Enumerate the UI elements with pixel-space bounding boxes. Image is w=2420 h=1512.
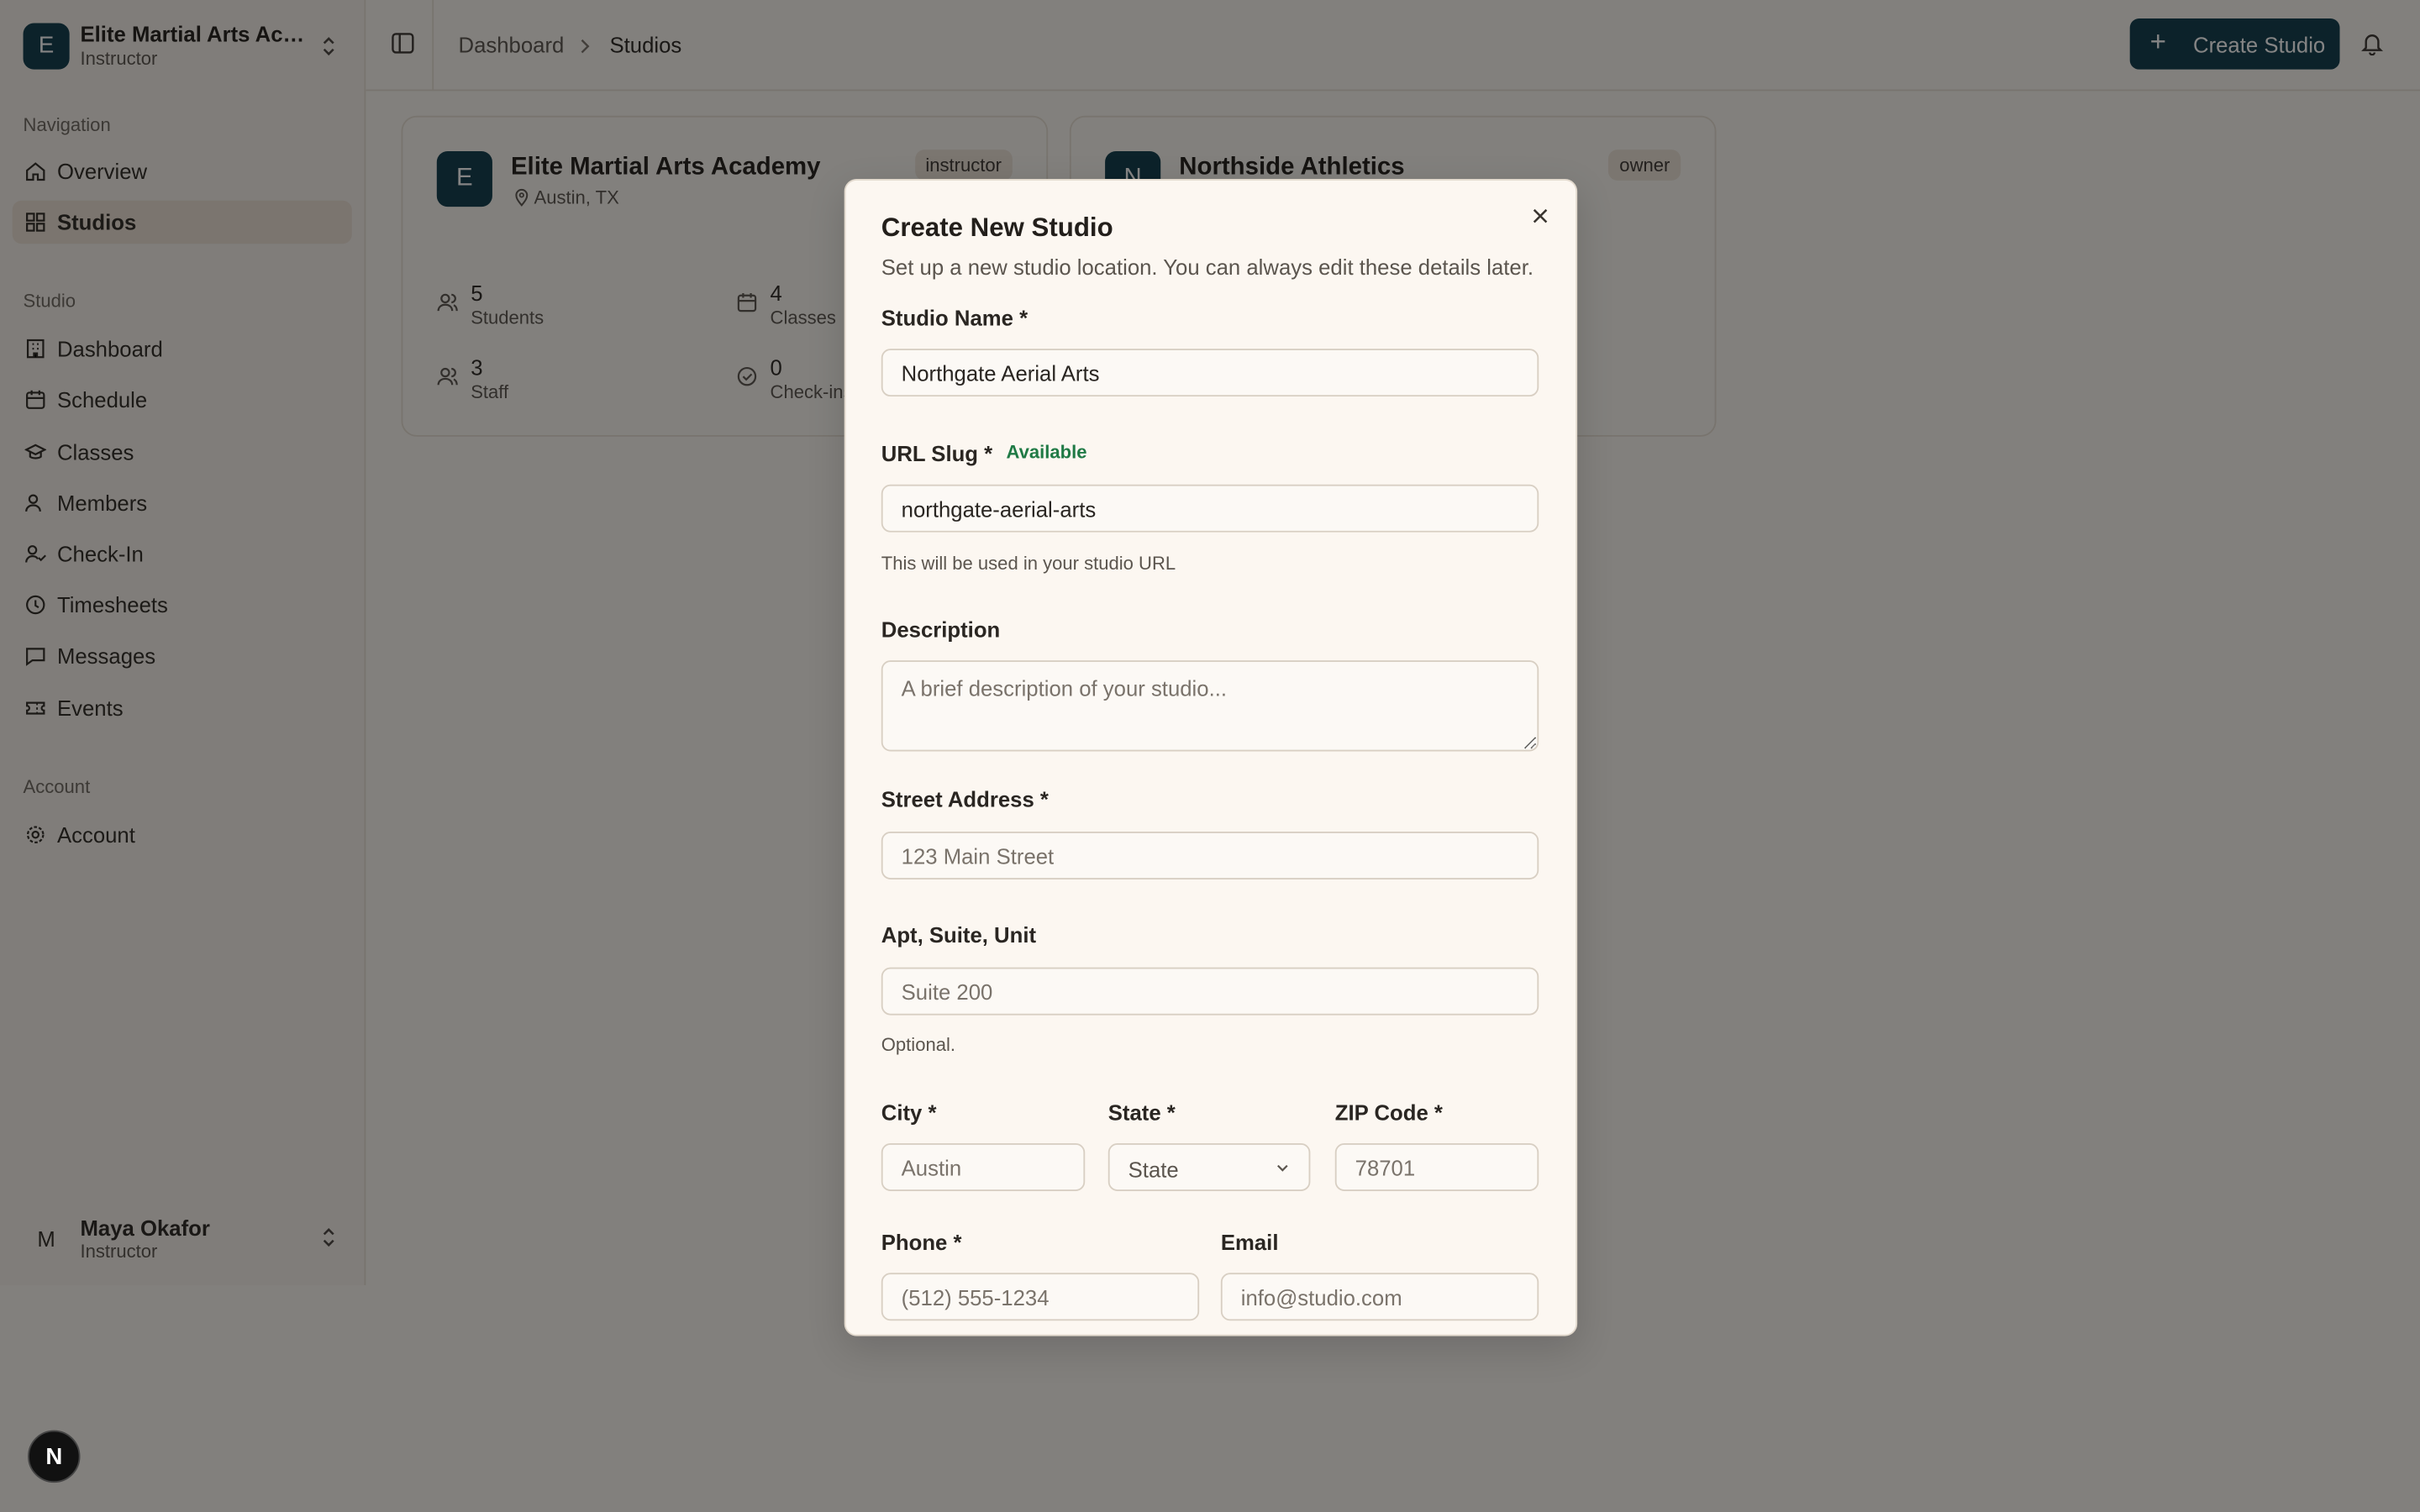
- studio-name-input[interactable]: [881, 349, 1539, 397]
- description-label: Description: [881, 617, 1001, 643]
- slug-available-badge: Available: [1006, 441, 1087, 464]
- dialog-subtitle: Set up a new studio location. You can al…: [881, 255, 1534, 280]
- apt-suite-input[interactable]: [881, 967, 1539, 1016]
- studio-name-label: Studio Name *: [881, 305, 1028, 331]
- state-label: State *: [1107, 1100, 1176, 1125]
- description-textarea[interactable]: [881, 660, 1539, 752]
- state-select[interactable]: State: [1107, 1143, 1311, 1191]
- chevron-down-icon: [1277, 1164, 1288, 1172]
- city-input[interactable]: [881, 1143, 1086, 1191]
- dev-tools-badge[interactable]: N: [28, 1430, 81, 1483]
- apt-suite-label: Apt, Suite, Unit: [881, 922, 1037, 948]
- close-icon[interactable]: [1529, 205, 1551, 227]
- street-address-input[interactable]: [881, 832, 1539, 879]
- dialog-title: Create New Studio: [881, 213, 1113, 243]
- slug-hint: This will be used in your studio URL: [881, 552, 1176, 575]
- phone-label: Phone *: [881, 1229, 962, 1255]
- email-input[interactable]: [1220, 1273, 1539, 1321]
- city-label: City *: [881, 1100, 937, 1125]
- apt-hint: Optional.: [881, 1033, 955, 1056]
- url-slug-input[interactable]: [881, 484, 1539, 533]
- street-address-label: Street Address *: [881, 786, 1049, 812]
- url-slug-label: URL Slug *: [881, 441, 993, 466]
- email-label: Email: [1220, 1229, 1279, 1255]
- zip-input[interactable]: [1334, 1143, 1539, 1191]
- zip-label: ZIP Code *: [1334, 1100, 1443, 1125]
- create-studio-dialog: Create New Studio Set up a new studio lo…: [844, 179, 1578, 1336]
- phone-input[interactable]: [881, 1273, 1200, 1321]
